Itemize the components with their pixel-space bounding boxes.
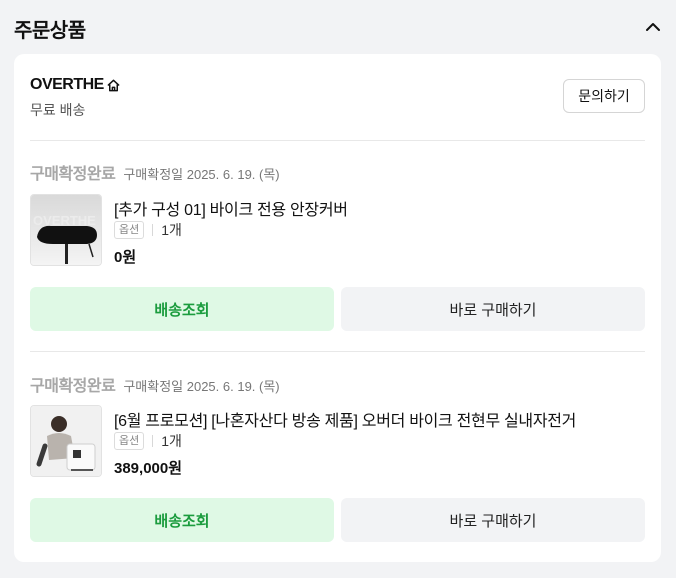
separator	[152, 435, 154, 447]
chevron-up-icon	[646, 23, 660, 31]
price: 0원	[114, 249, 137, 266]
confirm-date: 구매확정일 2025. 6. 19. (목)	[123, 167, 280, 182]
option-row: 옵션 1개	[114, 431, 182, 451]
separator	[152, 224, 154, 236]
option-row: 옵션 1개	[114, 220, 182, 240]
store-name-label: OVERTHE	[30, 76, 104, 93]
track-delivery-button[interactable]: 배송조회	[30, 498, 334, 542]
product-thumbnail[interactable]	[30, 405, 102, 477]
product-name[interactable]: [추가 구성 01] 바이크 전용 안장커버	[114, 196, 348, 220]
option-badge: 옵션	[114, 221, 145, 239]
home-icon	[107, 79, 120, 91]
status-label: 구매확정완료	[30, 378, 116, 395]
order-status-row: 구매확정완료 구매확정일 2025. 6. 19. (목)	[30, 160, 280, 184]
option-badge: 옵션	[114, 432, 145, 450]
confirm-date: 구매확정일 2025. 6. 19. (목)	[123, 379, 280, 394]
quantity: 1개	[161, 433, 182, 449]
status-label: 구매확정완료	[30, 166, 116, 183]
divider	[30, 351, 645, 352]
order-status-row: 구매확정완료 구매확정일 2025. 6. 19. (목)	[30, 372, 280, 396]
price: 389,000원	[114, 460, 183, 477]
product-thumbnail[interactable]: OVERTHE	[30, 194, 102, 266]
product-name[interactable]: [6월 프로모션] [나혼자산다 방송 제품] 오버더 바이크 전현무 실내자전…	[114, 407, 576, 431]
exercise-bike-image	[31, 406, 101, 476]
buy-again-button[interactable]: 바로 구매하기	[341, 498, 645, 542]
divider	[30, 140, 645, 141]
buy-again-button[interactable]: 바로 구매하기	[341, 287, 645, 331]
shipping-info: 무료 배송	[30, 102, 86, 118]
section-header: 주문상품	[0, 0, 676, 52]
quantity: 1개	[161, 222, 182, 238]
store-name[interactable]: OVERTHE	[30, 76, 121, 94]
collapse-button[interactable]	[642, 16, 664, 38]
inquiry-button[interactable]: 문의하기	[563, 79, 645, 113]
thumbnail-watermark: OVERTHE	[33, 213, 96, 228]
order-card: OVERTHE 무료 배송 문의하기 구매확정완료 구매확정일 2025. 6.…	[14, 54, 661, 562]
track-delivery-button[interactable]: 배송조회	[30, 287, 334, 331]
section-title: 주문상품	[14, 20, 86, 42]
saddle-cover-image: OVERTHE	[31, 195, 101, 265]
